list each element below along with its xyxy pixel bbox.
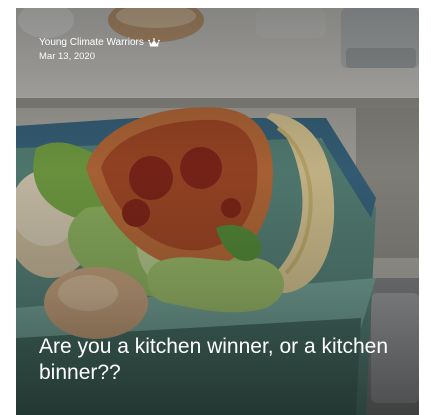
post-meta: Young Climate Warriors Mar 13, 2020: [39, 36, 160, 63]
post-date: Mar 13, 2020: [39, 51, 95, 62]
crown-icon: [147, 37, 160, 46]
post-title[interactable]: Are you a kitchen winner, or a kitchen b…: [39, 334, 399, 386]
blog-post-card[interactable]: Young Climate Warriors Mar 13, 2020 Are …: [16, 8, 419, 415]
author-row[interactable]: Young Climate Warriors: [39, 36, 160, 49]
author-name[interactable]: Young Climate Warriors: [39, 36, 144, 49]
